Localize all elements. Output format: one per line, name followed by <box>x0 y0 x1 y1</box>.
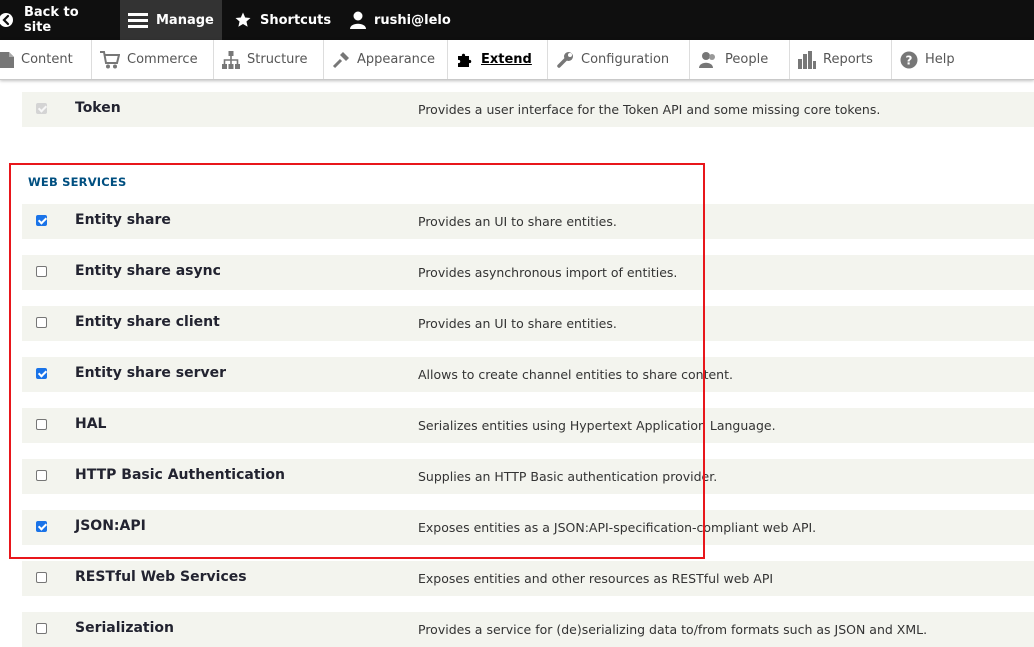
module-name: Entity share async <box>75 263 221 279</box>
structure-icon <box>222 50 240 69</box>
user-tab[interactable]: rushi@lelo <box>332 0 472 40</box>
shortcuts-tab[interactable]: Shortcuts <box>222 0 332 40</box>
page-icon <box>0 51 14 68</box>
back-to-site-link[interactable]: Back to site <box>0 0 120 40</box>
module-description: Provides an UI to share entities. <box>418 316 617 331</box>
module-description: Provides a user interface for the Token … <box>418 102 881 117</box>
module-checkbox-token[interactable] <box>36 103 47 114</box>
module-name: Token <box>75 100 121 116</box>
menu-commerce[interactable]: Commerce <box>92 40 214 79</box>
module-description: Exposes entities and other resources as … <box>418 571 774 586</box>
module-checkbox[interactable] <box>36 215 47 226</box>
module-name: RESTful Web Services <box>75 569 247 585</box>
module-checkbox[interactable] <box>36 419 47 430</box>
module-description: Serializes entities using Hypertext Appl… <box>418 418 776 433</box>
module-description: Exposes entities as a JSON:API-specifica… <box>418 520 817 535</box>
module-name: HAL <box>75 416 107 432</box>
module-row: Entity share client Provides an UI to sh… <box>22 306 1034 341</box>
module-row: JSON:API Exposes entities as a JSON:API-… <box>22 510 1034 545</box>
module-name: JSON:API <box>75 518 146 534</box>
module-description: Provides a service for (de)serializing d… <box>418 622 928 637</box>
menu-extend-label: Extend <box>481 52 532 67</box>
star-icon <box>234 11 252 29</box>
section-title-web-services: WEB SERVICES <box>28 175 127 189</box>
menu-commerce-label: Commerce <box>127 52 198 67</box>
menu-configuration[interactable]: Configuration <box>548 40 690 79</box>
back-arrow-icon <box>0 12 16 28</box>
module-description: Provides an UI to share entities. <box>418 214 617 229</box>
module-checkbox[interactable] <box>36 470 47 481</box>
menu-people[interactable]: People <box>690 40 790 79</box>
module-name: Serialization <box>75 620 174 636</box>
module-checkbox[interactable] <box>36 623 47 634</box>
user-icon <box>350 11 366 29</box>
module-checkbox[interactable] <box>36 266 47 277</box>
menu-help-label: Help <box>925 52 955 67</box>
module-description: Allows to create channel entities to sha… <box>418 367 733 382</box>
module-checkbox[interactable] <box>36 521 47 532</box>
menu-reports-label: Reports <box>823 52 873 67</box>
module-name: HTTP Basic Authentication <box>75 467 285 483</box>
manage-label: Manage <box>156 12 214 28</box>
module-checkbox[interactable] <box>36 317 47 328</box>
wrench-icon <box>556 51 574 69</box>
module-checkbox[interactable] <box>36 368 47 379</box>
module-checkbox[interactable] <box>36 572 47 583</box>
menu-content-label: Content <box>21 52 73 67</box>
puzzle-icon <box>456 51 474 69</box>
menu-help[interactable]: ? Help <box>892 40 972 79</box>
back-to-site-label: Back to site <box>24 5 79 35</box>
menu-content[interactable]: Content <box>0 40 92 79</box>
bar-chart-icon <box>798 50 816 69</box>
menu-reports[interactable]: Reports <box>790 40 892 79</box>
user-label: rushi@lelo <box>374 12 451 28</box>
module-row: HAL Serializes entities using Hypertext … <box>22 408 1034 443</box>
manage-tab[interactable]: Manage <box>120 0 222 40</box>
menu-structure[interactable]: Structure <box>214 40 324 79</box>
module-name: Entity share server <box>75 365 226 381</box>
module-row: Serialization Provides a service for (de… <box>22 612 1034 647</box>
module-row: HTTP Basic Authentication Supplies an HT… <box>22 459 1034 494</box>
module-description: Provides asynchronous import of entities… <box>418 265 678 280</box>
people-icon <box>698 51 718 69</box>
admin-menu-tray: Content Commerce Structure Appearance Ex… <box>0 40 1034 80</box>
menu-structure-label: Structure <box>247 52 308 67</box>
menu-configuration-label: Configuration <box>581 52 670 67</box>
menu-appearance[interactable]: Appearance <box>324 40 448 79</box>
module-row: RESTful Web Services Exposes entities an… <box>22 561 1034 596</box>
module-name: Entity share <box>75 212 171 228</box>
module-row: Entity share async Provides asynchronous… <box>22 255 1034 290</box>
module-row: Entity share Provides an UI to share ent… <box>22 204 1034 239</box>
help-icon: ? <box>900 51 918 69</box>
module-description: Supplies an HTTP Basic authentication pr… <box>418 469 718 484</box>
brush-icon <box>332 51 350 69</box>
menu-extend[interactable]: Extend <box>448 40 548 79</box>
module-row-token: Token Provides a user interface for the … <box>22 92 1034 127</box>
menu-people-label: People <box>725 52 769 67</box>
cart-icon <box>100 50 120 69</box>
module-row: Entity share server Allows to create cha… <box>22 357 1034 392</box>
admin-toolbar: Back to site Manage Shortcuts rushi@lelo <box>0 0 1034 40</box>
svg-text:?: ? <box>906 53 913 67</box>
module-name: Entity share client <box>75 314 220 330</box>
shortcuts-label: Shortcuts <box>260 12 332 28</box>
menu-appearance-label: Appearance <box>357 52 436 67</box>
hamburger-icon <box>128 12 148 28</box>
